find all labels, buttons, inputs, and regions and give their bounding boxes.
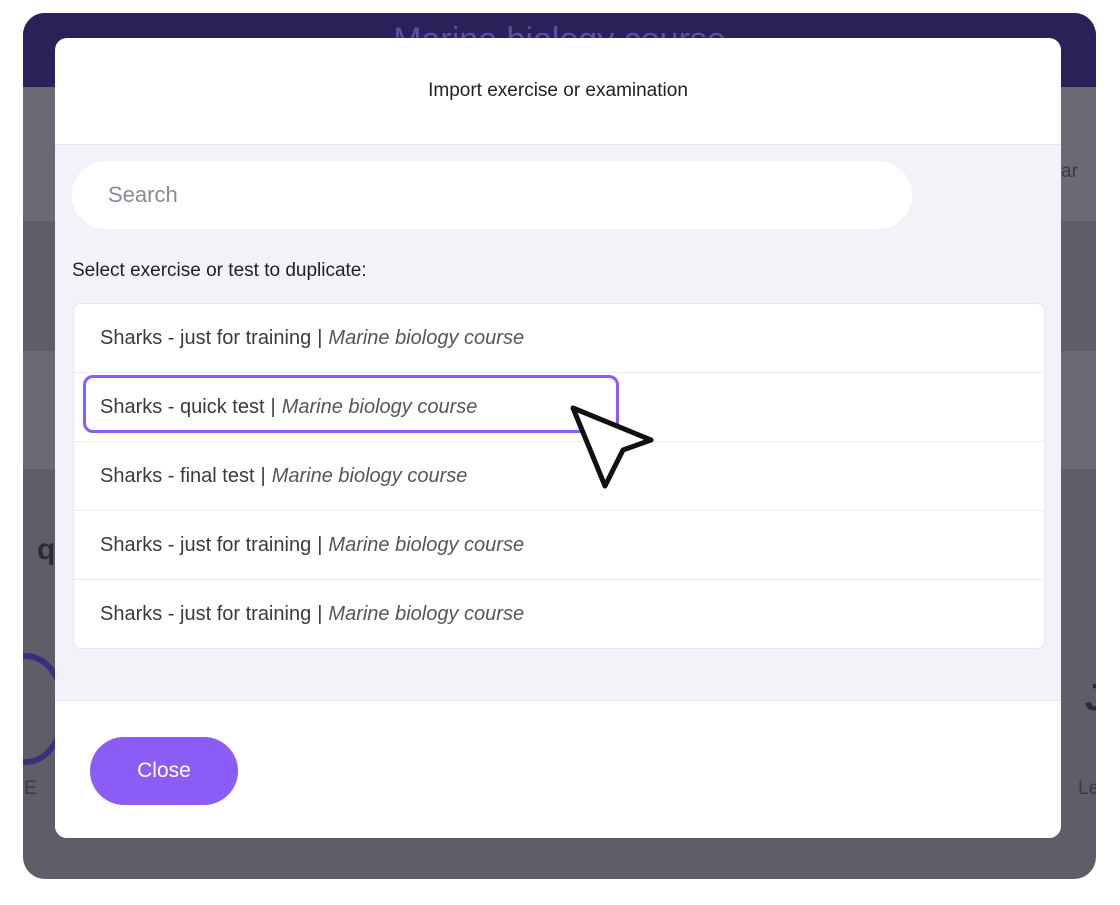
selection-highlight: [83, 375, 619, 433]
list-item[interactable]: Sharks - just for training | Marine biol…: [74, 511, 1044, 580]
list-item[interactable]: Sharks - just for training | Marine biol…: [74, 304, 1044, 373]
close-button[interactable]: Close: [90, 737, 238, 805]
item-separator: |: [260, 464, 266, 487]
item-name: Sharks - just for training: [100, 602, 312, 625]
search-input[interactable]: [72, 161, 912, 229]
item-course: Marine biology course: [328, 602, 525, 625]
select-label: Select exercise or test to duplicate:: [72, 260, 367, 281]
item-separator: |: [317, 602, 323, 625]
item-name: Sharks - just for training: [100, 326, 312, 349]
modal-title: Import exercise or examination: [428, 80, 688, 101]
item-separator: |: [317, 533, 323, 556]
bg-label-fragment: E: [24, 778, 37, 799]
item-course: Marine biology course: [271, 464, 468, 487]
modal-footer: Close: [55, 700, 1061, 838]
list-item[interactable]: Sharks - final test | Marine biology cou…: [74, 442, 1044, 511]
item-name: Sharks - final test: [100, 464, 255, 487]
modal-body: Select exercise or test to duplicate: Sh…: [55, 145, 1061, 700]
item-course: Marine biology course: [328, 533, 525, 556]
cursor-arrow-icon: [570, 405, 654, 489]
item-course: Marine biology course: [328, 326, 525, 349]
import-modal: Import exercise or examination Select ex…: [55, 38, 1061, 838]
item-separator: |: [317, 326, 323, 349]
exercise-list: Sharks - just for training | Marine biol…: [73, 303, 1045, 649]
bg-tab-fragment: ar: [1061, 161, 1078, 182]
list-item[interactable]: Sharks - just for training | Marine biol…: [74, 580, 1044, 648]
bg-number-fragment: J: [1085, 677, 1096, 719]
list-item-selected[interactable]: Sharks - quick test | Marine biology cou…: [74, 373, 1044, 442]
item-name: Sharks - just for training: [100, 533, 312, 556]
bg-label-fragment-right: Le: [1078, 778, 1096, 799]
bg-heading-fragment: q: [37, 533, 56, 566]
modal-header: Import exercise or examination: [55, 38, 1061, 145]
